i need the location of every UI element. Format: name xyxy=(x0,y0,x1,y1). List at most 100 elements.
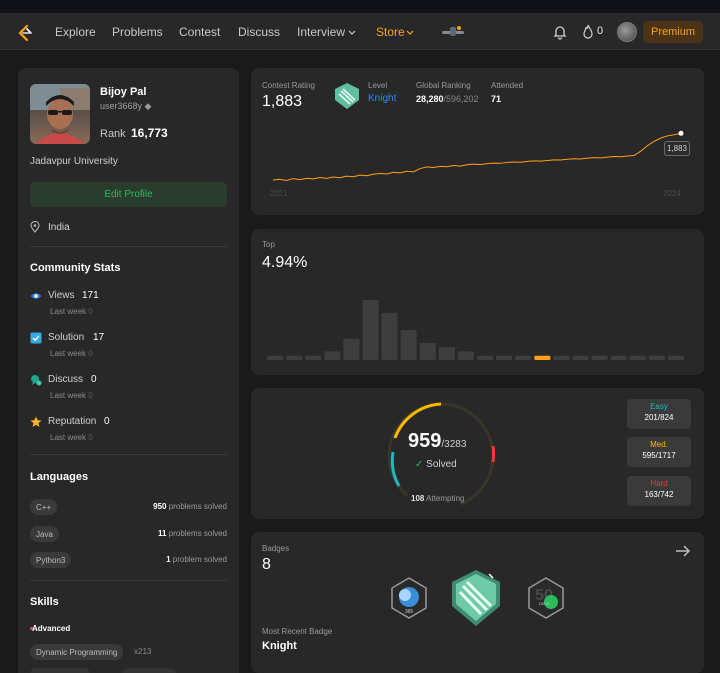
solved-count: 959/3283 xyxy=(408,430,466,453)
views-last-week: Last week 0 xyxy=(50,307,93,316)
medium-value: 595/1717 xyxy=(642,451,676,460)
eye-icon xyxy=(30,293,42,299)
location: India xyxy=(48,222,70,233)
distribution-bar xyxy=(591,355,608,360)
edit-profile-button[interactable]: Edit Profile xyxy=(30,182,227,207)
easy-stat: Easy 201/824 xyxy=(627,399,691,429)
contest-rating-card: Contest Rating 1,883 Level Knight Global… xyxy=(251,68,704,215)
distribution-bar xyxy=(648,355,665,360)
hard-stat: Hard 163/742 xyxy=(627,476,691,506)
premium-button[interactable]: Premium xyxy=(643,21,703,43)
attempting-count: 108 xyxy=(411,494,425,503)
attempting-label: Attempting xyxy=(426,494,465,503)
profile-card: Bijoy Pal user3668y ◆ Rank 16,773 Jadavp… xyxy=(18,68,239,673)
distribution-bar xyxy=(496,355,513,360)
distribution-bar xyxy=(286,355,303,360)
solved-label: Solved xyxy=(426,459,457,470)
distribution-bar xyxy=(400,330,417,360)
nav-discuss[interactable]: Discuss xyxy=(238,25,280,39)
distribution-bar xyxy=(438,347,455,360)
navbar: Explore Problems Contest Discuss Intervi… xyxy=(0,14,720,50)
nav-explore[interactable]: Explore xyxy=(55,25,96,39)
languages-title: Languages xyxy=(30,471,89,483)
badge-50-days-icon[interactable]: 50 DAYS xyxy=(526,576,566,620)
svg-text:365: 365 xyxy=(405,609,414,615)
discuss-value: 0 xyxy=(91,374,97,385)
distribution-bar xyxy=(515,355,532,360)
distribution-bar xyxy=(457,351,474,360)
language-pill-python3[interactable]: Python3 xyxy=(30,552,72,568)
leetcode-logo-icon[interactable] xyxy=(16,24,34,42)
skill-pill-next[interactable] xyxy=(30,668,90,673)
nav-problems[interactable]: Problems xyxy=(112,25,163,39)
last-week-label: Last week xyxy=(50,391,87,400)
solved-label-wrap: ✓ Solved xyxy=(415,459,457,470)
attempting: 108 Attempting xyxy=(411,494,464,503)
distribution-bar xyxy=(629,355,646,360)
views-value: 171 xyxy=(82,290,99,301)
distribution-bar xyxy=(343,338,360,360)
recent-badge-name: Knight xyxy=(262,640,297,652)
medium-stat: Med. 595/1717 xyxy=(627,437,691,467)
nav-store[interactable]: Store xyxy=(376,25,405,39)
last-week-label: Last week xyxy=(50,307,87,316)
knight-badge-icon[interactable] xyxy=(449,568,503,628)
medium-label: Med. xyxy=(650,440,668,449)
distribution-bar xyxy=(419,342,436,360)
easy-label: Easy xyxy=(650,402,668,411)
gadget-icon[interactable] xyxy=(440,23,466,41)
badge-365-icon[interactable]: 365 xyxy=(389,576,429,620)
language-count-cpp: 950 problems solved xyxy=(153,502,227,511)
language-pill-java[interactable]: Java xyxy=(30,526,59,542)
nav-contest[interactable]: Contest xyxy=(179,25,220,39)
checkbox-icon xyxy=(30,332,42,344)
suffix: problems solved xyxy=(168,502,227,511)
rating-tooltip: 1,883 xyxy=(664,141,690,156)
star-icon xyxy=(30,416,42,427)
handle-text: user3668y xyxy=(100,101,143,111)
fire-icon[interactable] xyxy=(582,24,594,40)
distribution-bar-chart xyxy=(267,300,684,360)
profile-handle: user3668y ◆ xyxy=(100,101,151,112)
rating-series-line xyxy=(272,132,682,182)
count: 11 xyxy=(158,529,167,538)
chevron-down-icon xyxy=(348,30,356,35)
language-pill-cpp[interactable]: C++ xyxy=(30,499,58,515)
distribution-bar xyxy=(477,355,494,360)
views-label: Views xyxy=(48,290,75,301)
solution-delta: 0 xyxy=(88,349,93,358)
arrow-right-icon[interactable] xyxy=(675,544,691,558)
hard-label: Hard xyxy=(650,479,668,488)
divider xyxy=(30,454,227,455)
bell-icon[interactable] xyxy=(553,24,567,40)
skill-pill-dp[interactable]: Dynamic Programming xyxy=(30,644,124,660)
handle-badge-icon: ◆ xyxy=(144,101,152,111)
solution-value: 17 xyxy=(93,332,105,343)
reputation-delta: 0 xyxy=(88,433,93,442)
chevron-down-icon xyxy=(406,30,414,35)
recent-badge-label: Most Recent Badge xyxy=(262,627,333,636)
reputation-label: Reputation xyxy=(48,416,97,427)
skill-pill-next[interactable] xyxy=(122,668,176,673)
count: 950 xyxy=(153,502,167,511)
reputation-last-week: Last week 0 xyxy=(50,433,93,442)
university: Jadavpur University xyxy=(30,156,118,167)
avatar[interactable] xyxy=(617,22,637,42)
community-stats-title: Community Stats xyxy=(30,262,121,274)
solved-total: 959 xyxy=(408,430,442,452)
distribution-bar xyxy=(610,355,627,360)
streak-count: 0 xyxy=(597,25,604,37)
distribution-bar xyxy=(572,355,589,360)
top-percentile-card: Top 4.94% xyxy=(251,229,704,375)
rank-value: 16,773 xyxy=(131,126,168,140)
rating-latest-point[interactable] xyxy=(678,130,684,136)
discuss-label: Discuss xyxy=(48,374,84,385)
distribution-bar xyxy=(381,312,398,360)
distribution-bar xyxy=(553,355,570,360)
distribution-bar xyxy=(305,355,322,360)
skill-count-dp: x213 xyxy=(134,647,152,656)
badges-card: Badges 8 365 50 DAYS Most Recent Badge K… xyxy=(251,532,704,673)
nav-interview[interactable]: Interview xyxy=(297,25,345,39)
hard-value: 163/742 xyxy=(644,490,674,499)
check-icon: ✓ xyxy=(415,459,424,470)
